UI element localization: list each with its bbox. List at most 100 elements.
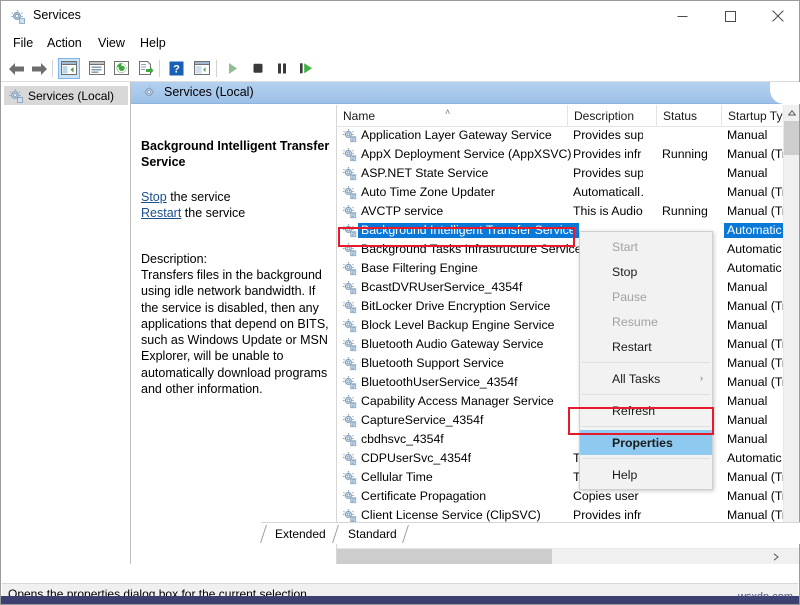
tab-standard[interactable]: Standard	[348, 524, 397, 544]
stop-service-link[interactable]: Stop	[141, 190, 167, 204]
table-row[interactable]: Base Filtering EngineAutomatic	[337, 259, 784, 278]
chevron-right-icon: ›	[700, 373, 703, 383]
context-menu-item-refresh[interactable]: Refresh	[580, 398, 712, 423]
forward-icon[interactable]	[28, 58, 50, 79]
export-list-icon[interactable]	[135, 58, 157, 79]
services-gear-icon	[142, 85, 158, 101]
cell-startup-type: Manual	[727, 432, 767, 447]
context-menu-item-label: Start	[612, 240, 638, 254]
menu-action[interactable]: Action	[41, 35, 88, 51]
context-menu-item-all-tasks[interactable]: All Tasks ›	[580, 366, 712, 391]
table-row[interactable]: AppX Deployment Service (AppXSVC)Provide…	[337, 145, 784, 164]
table-row[interactable]: Bluetooth Support ServiceManual (Tr	[337, 354, 784, 373]
menu-help[interactable]: Help	[134, 35, 172, 51]
column-header-startup-type[interactable]: Startup Typ	[722, 105, 784, 126]
start-service-icon[interactable]	[222, 58, 244, 79]
service-gear-icon	[342, 185, 357, 200]
show-hide-action-pane-icon[interactable]	[86, 58, 108, 79]
table-row[interactable]: BluetoothUserService_4354fManual (Tr	[337, 373, 784, 392]
table-row[interactable]: Background Tasks Infrastructure ServiceA…	[337, 240, 784, 259]
scrollbar-thumb[interactable]	[784, 121, 799, 155]
cell-service-name: Certificate Propagation	[361, 489, 486, 504]
table-row[interactable]: Capability Access Manager ServiceManual	[337, 392, 784, 411]
context-menu-item-label: Pause	[612, 290, 647, 304]
context-menu[interactable]: Start Stop Pause ResumeRestart All Tasks › Ref…	[579, 231, 713, 490]
cell-startup-type: Manual (Tr	[727, 375, 784, 390]
context-menu-item-label: All Tasks	[612, 372, 660, 386]
table-row[interactable]: BcastDVRUserService_4354fManual	[337, 278, 784, 297]
cell-startup-type: Manual (Tr	[727, 147, 784, 162]
cell-service-name: cbdhsvc_4354f	[361, 432, 444, 447]
table-row[interactable]: ASP.NET State ServiceProvides sup…Manual	[337, 164, 784, 183]
table-row[interactable]: Block Level Backup Engine ServiceManual	[337, 316, 784, 335]
show-hide-console-tree-icon[interactable]	[58, 58, 80, 79]
services-list-panel: Name Description Status Startup Typ ˄ Ap…	[336, 105, 799, 564]
table-row[interactable]: AVCTP serviceThis is Audio…RunningManual…	[337, 202, 784, 221]
tree-root-label: Services (Local)	[28, 89, 114, 103]
cell-service-name: Block Level Backup Engine Service	[361, 318, 554, 333]
table-row[interactable]: cbdhsvc_4354f Manual	[337, 430, 784, 449]
hscrollbar-thumb[interactable]	[337, 549, 552, 564]
table-row[interactable]: Cellular TimeThis service …Manual (Tr	[337, 468, 784, 487]
cell-description: Copies user …	[573, 489, 643, 504]
scroll-right-icon[interactable]	[768, 549, 783, 564]
cell-startup-type: Manual	[727, 128, 767, 143]
column-header-name[interactable]: Name	[337, 105, 568, 126]
service-gear-icon	[342, 394, 357, 409]
restart-service-link[interactable]: Restart	[141, 206, 181, 220]
context-menu-item-properties[interactable]: Properties	[580, 430, 712, 455]
context-menu-item-label: Refresh	[612, 404, 655, 418]
list-vertical-scrollbar[interactable]	[783, 105, 799, 543]
context-menu-item-resume: Resume	[580, 309, 712, 334]
service-gear-icon	[342, 242, 357, 257]
menu-view[interactable]: View	[92, 35, 131, 51]
column-header-status[interactable]: Status	[657, 105, 722, 126]
cell-service-name: Background Intelligent Transfer Service	[358, 223, 579, 238]
menu-bar: File Action View Help	[1, 32, 799, 55]
context-menu-item-stop[interactable]: Stop	[580, 259, 712, 284]
service-gear-icon	[342, 451, 357, 466]
minimize-button[interactable]	[659, 1, 705, 31]
cell-startup-type: Manual	[727, 394, 767, 409]
table-row[interactable]: Bluetooth Audio Gateway ServiceManual (T…	[337, 335, 784, 354]
context-menu-item-start: Start	[580, 234, 712, 259]
cell-service-name: Background Tasks Infrastructure Service	[361, 242, 582, 257]
cell-service-name: Client License Service (ClipSVC)	[361, 508, 541, 523]
cell-description: Provides sup…	[573, 128, 643, 143]
cell-description: Provides sup…	[573, 166, 643, 181]
table-row[interactable]: Application Layer Gateway ServiceProvide…	[337, 126, 784, 145]
stop-service-icon[interactable]	[247, 58, 269, 79]
table-row[interactable]: BitLocker Drive Encryption ServiceManual…	[337, 297, 784, 316]
table-row[interactable]: Certificate PropagationCopies user …Manu…	[337, 487, 784, 506]
context-menu-item-restart[interactable]: Restart	[580, 334, 712, 359]
maximize-button[interactable]	[707, 1, 753, 31]
services-gear-icon	[8, 88, 24, 104]
restart-service-icon[interactable]	[295, 58, 317, 79]
cell-startup-type: Manual (Tr	[727, 204, 784, 219]
column-header-description[interactable]: Description	[568, 105, 657, 126]
sidebar-item-services-local[interactable]: Services (Local)	[4, 86, 128, 105]
scroll-up-icon[interactable]	[784, 105, 799, 121]
table-row[interactable]: CDPUserSvc_4354fThis user ser…RunningAut…	[337, 449, 784, 468]
context-menu-item-help[interactable]: Help	[580, 462, 712, 487]
table-row[interactable]: Background Intelligent Transfer ServiceA…	[337, 221, 784, 240]
service-gear-icon	[342, 299, 357, 314]
tab-divider	[332, 525, 349, 543]
list-horizontal-scrollbar[interactable]	[337, 548, 799, 564]
cell-service-name: BitLocker Drive Encryption Service	[361, 299, 550, 314]
service-gear-icon	[342, 375, 357, 390]
services-rows-container[interactable]: Application Layer Gateway ServiceProvide…	[337, 126, 784, 543]
pause-service-icon[interactable]	[271, 58, 293, 79]
menu-file[interactable]: File	[7, 35, 39, 51]
help-icon[interactable]: ?	[165, 58, 187, 79]
refresh-icon[interactable]	[111, 58, 133, 79]
table-row[interactable]: Auto Time Zone UpdaterAutomaticall…Manua…	[337, 183, 784, 202]
cell-service-name: CaptureService_4354f	[361, 413, 483, 428]
properties-icon[interactable]	[191, 58, 213, 79]
table-row[interactable]: CaptureService_4354fManual	[337, 411, 784, 430]
context-menu-separator	[582, 362, 710, 363]
detail-restart-row: Restart the service	[141, 206, 245, 220]
tab-extended[interactable]: Extended	[275, 524, 326, 544]
close-button[interactable]	[755, 1, 800, 31]
back-icon[interactable]	[5, 58, 27, 79]
